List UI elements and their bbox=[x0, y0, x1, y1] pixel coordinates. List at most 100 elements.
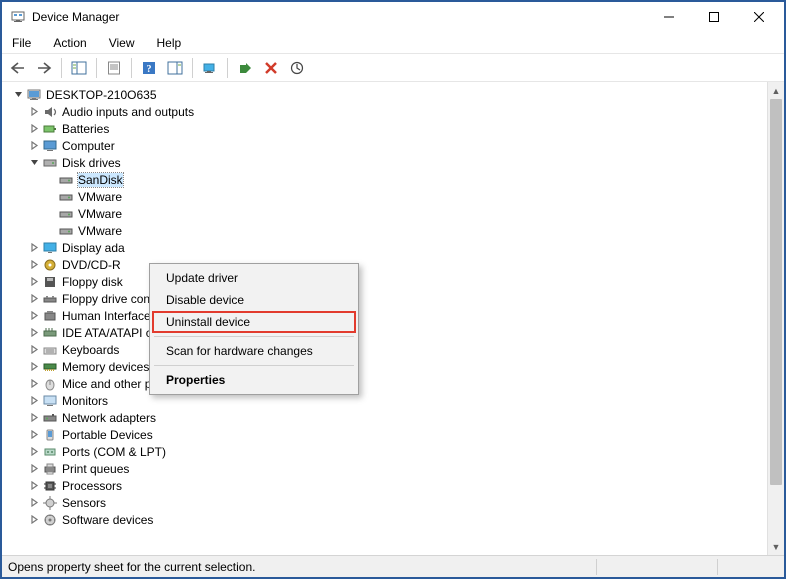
action-pane-button[interactable] bbox=[163, 57, 187, 79]
chevron-right-icon[interactable] bbox=[28, 293, 40, 305]
scroll-down-button[interactable]: ▼ bbox=[768, 538, 784, 555]
tree-item-keyboards[interactable]: Keyboards bbox=[6, 341, 767, 358]
back-button[interactable] bbox=[6, 57, 30, 79]
context-update-driver[interactable]: Update driver bbox=[152, 267, 356, 289]
tree-item-floppy-disk-drives[interactable]: Floppy disk bbox=[6, 273, 767, 290]
tree-item-label: Keyboards bbox=[62, 343, 119, 357]
tree-item-software-devices[interactable]: Software devices bbox=[6, 511, 767, 528]
content-area: DESKTOP-210O635 Audio inputs and outputs… bbox=[2, 82, 784, 555]
tree-item-label: Print queues bbox=[62, 462, 129, 476]
tree-item-label: Computer bbox=[62, 139, 115, 153]
minimize-button[interactable] bbox=[646, 3, 691, 31]
menu-action[interactable]: Action bbox=[49, 34, 90, 52]
tree-child-disk-0[interactable]: SanDisk bbox=[6, 171, 767, 188]
display-icon bbox=[42, 240, 58, 256]
context-uninstall-device[interactable]: Uninstall device bbox=[152, 311, 356, 333]
uninstall-device-button[interactable] bbox=[259, 57, 283, 79]
tree-item-print-queues[interactable]: Print queues bbox=[6, 460, 767, 477]
tree-item-label: Network adapters bbox=[62, 411, 156, 425]
tree-item-computer[interactable]: Computer bbox=[6, 137, 767, 154]
tree-item-portable-devices[interactable]: Portable Devices bbox=[6, 426, 767, 443]
chevron-down-icon[interactable] bbox=[28, 157, 40, 169]
tree-item-ports-com-lpt[interactable]: Ports (COM & LPT) bbox=[6, 443, 767, 460]
scroll-up-button[interactable]: ▲ bbox=[768, 82, 784, 99]
chevron-right-icon[interactable] bbox=[28, 140, 40, 152]
chevron-right-icon[interactable] bbox=[28, 429, 40, 441]
tree-child-disk-1[interactable]: VMware bbox=[6, 188, 767, 205]
monitor-icon bbox=[42, 393, 58, 409]
tree-child-disk-2[interactable]: VMware bbox=[6, 205, 767, 222]
tree-item-mice-and-other-pointing-devices[interactable]: Mice and other pointing devices bbox=[6, 375, 767, 392]
hid-icon bbox=[42, 308, 58, 324]
controller-icon bbox=[42, 291, 58, 307]
scroll-thumb[interactable] bbox=[770, 99, 782, 485]
properties-button[interactable] bbox=[102, 57, 126, 79]
tree-item-ide-ata-atapi-controllers[interactable]: IDE ATA/ATAPI controllers bbox=[6, 324, 767, 341]
chevron-right-icon[interactable] bbox=[28, 378, 40, 390]
dvd-icon bbox=[42, 257, 58, 273]
tree-item-audio-inputs-and-outputs[interactable]: Audio inputs and outputs bbox=[6, 103, 767, 120]
chevron-right-icon[interactable] bbox=[28, 446, 40, 458]
tree-item-floppy-drive-controllers[interactable]: Floppy drive controllers bbox=[6, 290, 767, 307]
chevron-down-icon[interactable] bbox=[12, 89, 24, 101]
tree-item-human-interface-devices[interactable]: Human Interface Devices bbox=[6, 307, 767, 324]
vertical-scrollbar[interactable]: ▲ ▼ bbox=[767, 82, 784, 555]
tree-item-disk-drives[interactable]: Disk drives bbox=[6, 154, 767, 171]
chevron-right-icon[interactable] bbox=[28, 497, 40, 509]
tree-root[interactable]: DESKTOP-210O635 bbox=[6, 86, 767, 103]
chevron-right-icon[interactable] bbox=[28, 242, 40, 254]
tree-item-label: Portable Devices bbox=[62, 428, 153, 442]
maximize-button[interactable] bbox=[691, 3, 736, 31]
tree-item-monitors[interactable]: Monitors bbox=[6, 392, 767, 409]
tree-item-batteries[interactable]: Batteries bbox=[6, 120, 767, 137]
window-title: Device Manager bbox=[32, 10, 119, 24]
tree-item-label: Processors bbox=[62, 479, 122, 493]
chevron-right-icon[interactable] bbox=[28, 514, 40, 526]
tree-item-memory-devices[interactable]: Memory devices bbox=[6, 358, 767, 375]
scroll-track[interactable] bbox=[768, 99, 784, 538]
show-hide-tree-button[interactable] bbox=[67, 57, 91, 79]
help-button[interactable]: ? bbox=[137, 57, 161, 79]
chevron-right-icon[interactable] bbox=[28, 412, 40, 424]
sensor-icon bbox=[42, 495, 58, 511]
tree-item-sensors[interactable]: Sensors bbox=[6, 494, 767, 511]
chevron-right-icon[interactable] bbox=[28, 480, 40, 492]
context-properties[interactable]: Properties bbox=[152, 369, 356, 391]
chevron-right-icon[interactable] bbox=[28, 259, 40, 271]
tree-item-label: Audio inputs and outputs bbox=[62, 105, 194, 119]
disk-drive-icon bbox=[58, 172, 74, 188]
context-disable-device[interactable]: Disable device bbox=[152, 289, 356, 311]
close-button[interactable] bbox=[736, 3, 782, 31]
tree-item-dvd-cd-rom-drives[interactable]: DVD/CD-R bbox=[6, 256, 767, 273]
tree-item-label: Memory devices bbox=[62, 360, 149, 374]
tree-child-disk-3[interactable]: VMware bbox=[6, 222, 767, 239]
disk-drive-icon bbox=[58, 189, 74, 205]
context-scan-hardware[interactable]: Scan for hardware changes bbox=[152, 340, 356, 362]
chevron-right-icon[interactable] bbox=[28, 106, 40, 118]
tree-item-processors[interactable]: Processors bbox=[6, 477, 767, 494]
tree-item-network-adapters[interactable]: Network adapters bbox=[6, 409, 767, 426]
software-icon bbox=[42, 512, 58, 528]
enable-device-button[interactable] bbox=[233, 57, 257, 79]
update-driver-button[interactable] bbox=[198, 57, 222, 79]
forward-button[interactable] bbox=[32, 57, 56, 79]
chevron-right-icon[interactable] bbox=[28, 361, 40, 373]
tree-child-label: VMware bbox=[78, 207, 122, 221]
chevron-right-icon[interactable] bbox=[28, 463, 40, 475]
context-menu: Update driver Disable device Uninstall d… bbox=[149, 263, 359, 395]
chevron-right-icon[interactable] bbox=[28, 123, 40, 135]
menu-view[interactable]: View bbox=[105, 34, 139, 52]
device-tree[interactable]: DESKTOP-210O635 Audio inputs and outputs… bbox=[2, 82, 767, 555]
menu-help[interactable]: Help bbox=[153, 34, 186, 52]
chevron-right-icon[interactable] bbox=[28, 276, 40, 288]
chevron-right-icon[interactable] bbox=[28, 344, 40, 356]
root-label: DESKTOP-210O635 bbox=[46, 88, 157, 102]
chevron-right-icon[interactable] bbox=[28, 327, 40, 339]
chevron-right-icon[interactable] bbox=[28, 310, 40, 322]
chevron-right-icon[interactable] bbox=[28, 395, 40, 407]
context-separator bbox=[154, 336, 354, 337]
tree-child-label: VMware bbox=[78, 224, 122, 238]
tree-item-display-adapters[interactable]: Display ada bbox=[6, 239, 767, 256]
scan-hardware-button[interactable] bbox=[285, 57, 309, 79]
menu-file[interactable]: File bbox=[8, 34, 35, 52]
